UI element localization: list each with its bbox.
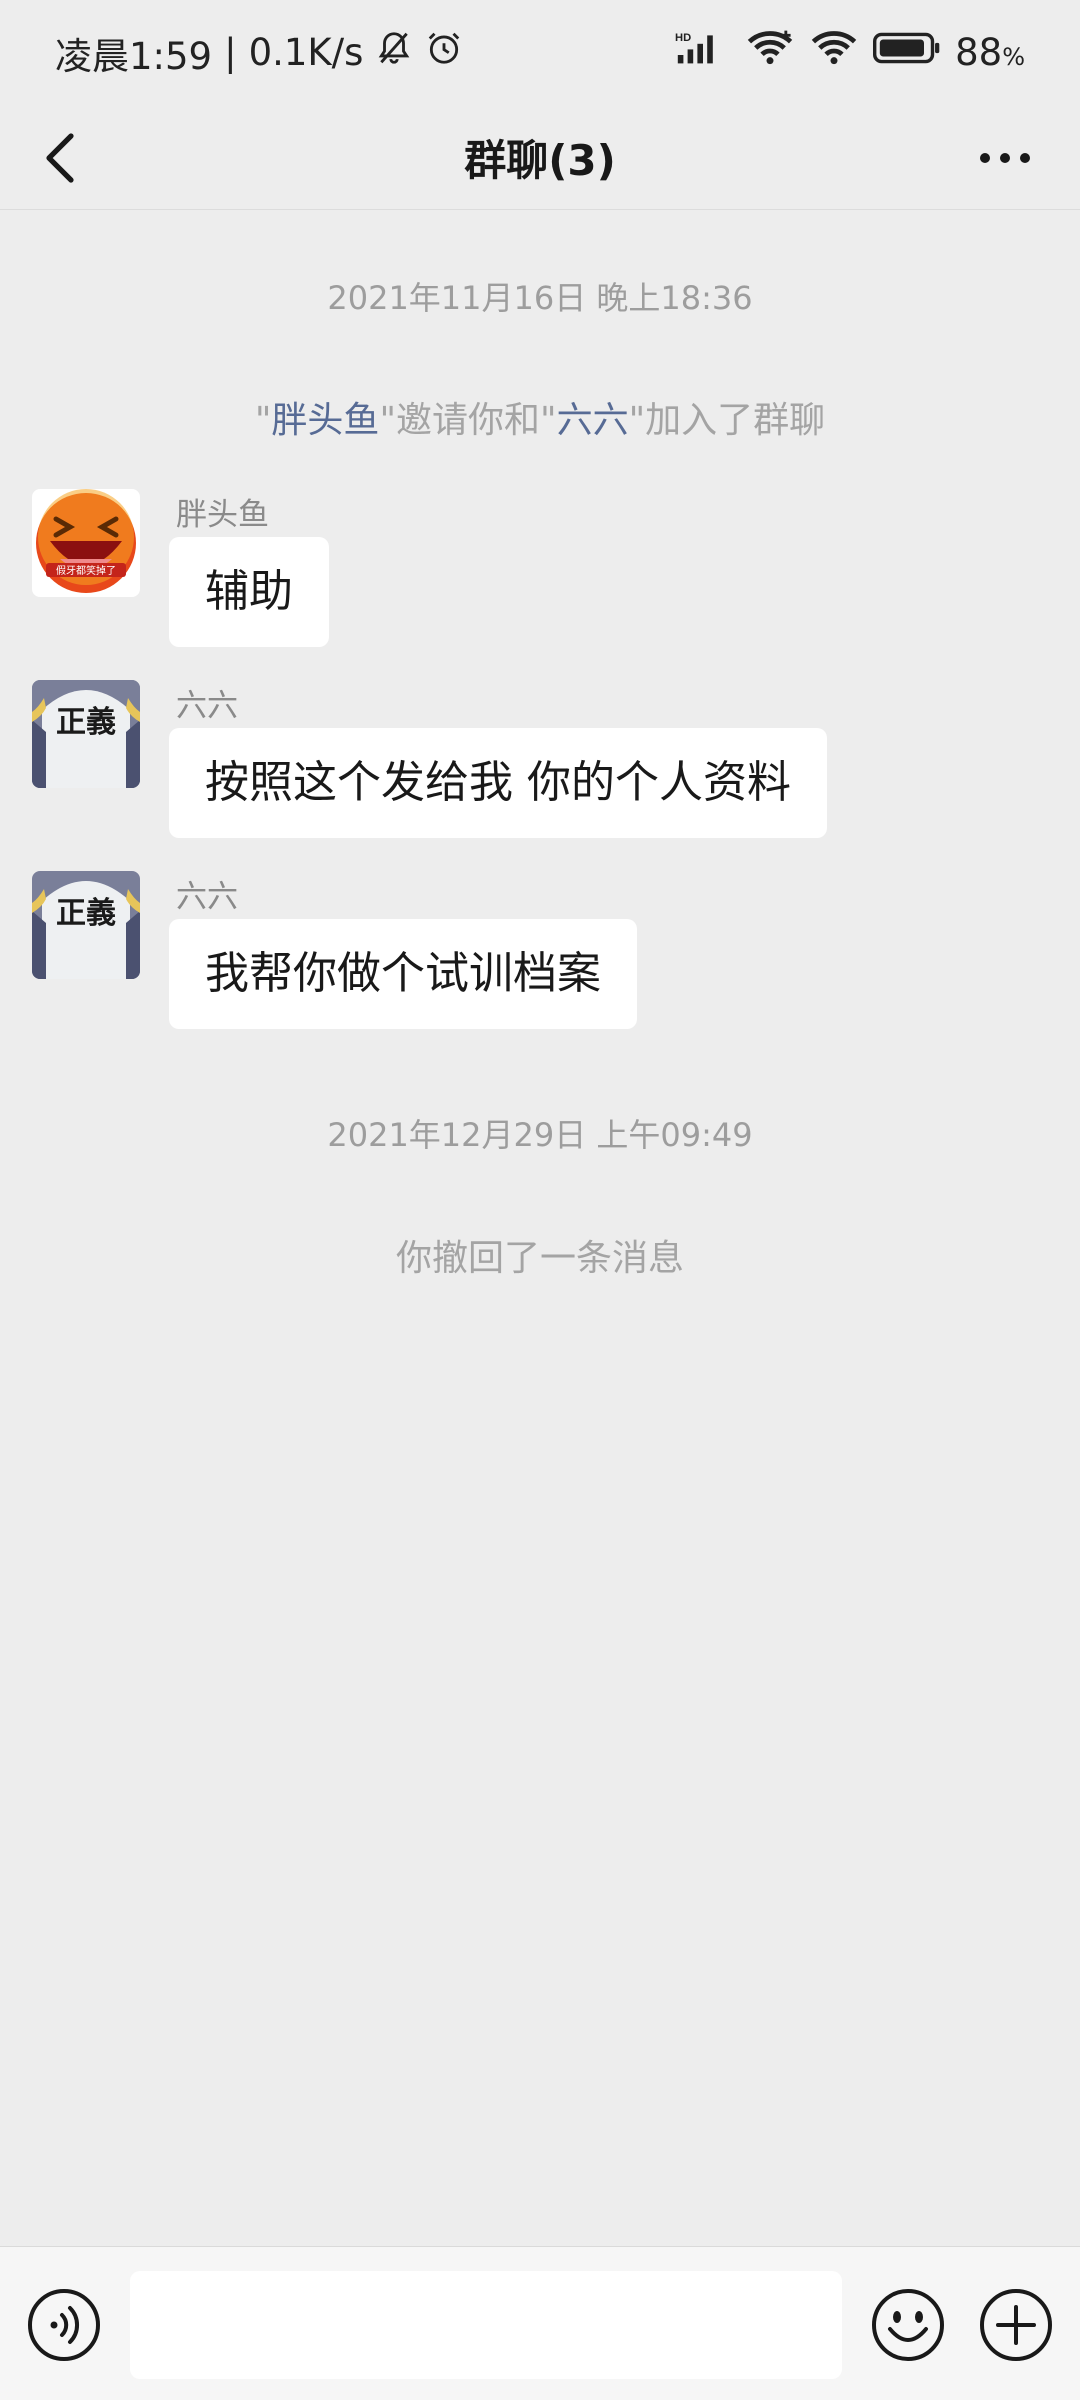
invitee-name-link[interactable]: 六六 [557,400,629,441]
justice-cloak-avatar-icon: 正義 [32,680,140,788]
invite-mid: "邀请你和" [379,400,557,441]
invite-end: "加入了群聊 [628,400,826,441]
timestamp: 2021年11月16日 晚上18:36 [327,279,753,317]
avatar[interactable]: 正義 [32,680,140,788]
chat-title: 群聊(3) [464,135,616,185]
chevron-left-icon [46,133,74,183]
message-bubble[interactable]: 按照这个发给我 你的个人资料 [169,728,827,838]
status-left: 凌晨1:59 | 0.1K/s [55,26,463,80]
invite-quote: " [254,400,272,441]
avatar-caption: 假牙都笑掉了 [56,564,116,577]
sender-name: 胖头鱼 [176,497,269,533]
battery-icon [873,31,941,74]
battery-percent-unit: % [1002,43,1025,71]
avatar[interactable]: 假牙都笑掉了 [32,489,140,597]
back-button[interactable] [30,127,92,189]
voice-icon [28,2289,100,2361]
message-bubble[interactable]: 辅助 [169,537,329,647]
plus-icon [980,2289,1052,2361]
system-invite-message: "胖头鱼"邀请你和"六六"加入了群聊 [0,391,1080,443]
chat-nav-bar: 群聊(3) [0,105,1080,210]
network-hd-label: HD [675,32,691,44]
status-time: 凌晨1:59 [55,34,213,78]
mute-bell-icon [375,29,413,76]
status-bar: 凌晨1:59 | 0.1K/s HD 88% [0,0,1080,105]
message-row: 正義 六六 我帮你做个试训档案 [32,871,1048,1041]
chat-input-bar [0,2246,1080,2400]
recall-notice: 你撤回了一条消息 [395,1238,684,1279]
wifi-secondary-icon [809,29,859,76]
more-options-button[interactable] [970,135,1040,181]
status-right: HD 88% [675,29,1025,76]
sender-name: 六六 [176,879,238,915]
chat-message-list[interactable]: 2021年11月16日 晚上18:36 "胖头鱼"邀请你和"六六"加入了群聊 假… [0,211,1080,2246]
emoji-icon [872,2289,944,2361]
voice-input-button[interactable] [26,2287,102,2363]
signal-icon: HD [675,29,731,76]
message-row: 假牙都笑掉了 胖头鱼 辅助 [32,489,1048,659]
emoji-button[interactable] [870,2287,946,2363]
message-row: 正義 六六 按照这个发给我 你的个人资料 [32,680,1048,850]
more-dots-icon [980,153,1030,163]
justice-cloak-avatar-icon: 正義 [32,871,140,979]
timestamp: 2021年12月29日 上午09:49 [327,1116,753,1154]
message-bubble[interactable]: 我帮你做个试训档案 [169,919,637,1029]
status-net-speed: 0.1K/s [248,31,364,74]
battery-percent-value: 88 [955,31,1003,74]
battery-percent: 88% [955,31,1025,74]
more-functions-button[interactable] [978,2287,1054,2363]
wifi-icon [745,29,795,76]
sender-name: 六六 [176,688,238,724]
avatar[interactable]: 正義 [32,871,140,979]
status-divider: | [224,31,237,74]
message-input[interactable] [130,2271,842,2379]
inviter-name-link[interactable]: 胖头鱼 [271,400,379,441]
alarm-clock-icon [425,29,463,76]
laughing-face-avatar-icon: 假牙都笑掉了 [32,489,140,597]
avatar-caption: 正義 [56,896,116,931]
avatar-caption: 正義 [56,705,116,740]
